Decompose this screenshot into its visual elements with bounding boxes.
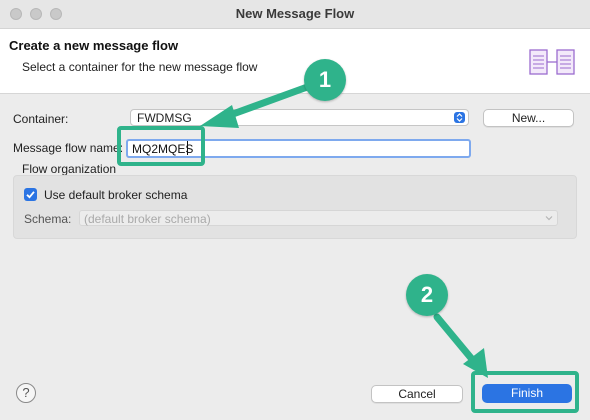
window-title: New Message Flow xyxy=(235,6,355,21)
banner-subtitle: Select a container for the new message f… xyxy=(22,60,258,74)
banner-title: Create a new message flow xyxy=(9,38,179,53)
cancel-button[interactable]: Cancel xyxy=(371,385,463,403)
new-container-button[interactable]: New... xyxy=(483,109,574,127)
chevron-down-icon xyxy=(545,216,553,221)
step-1-badge: 1 xyxy=(304,59,346,101)
new-message-flow-dialog: New Message Flow Create a new message fl… xyxy=(0,0,590,420)
flow-organization-label: Flow organization xyxy=(22,162,117,176)
chevron-updown-icon xyxy=(454,112,465,123)
message-flow-name-label: Message flow name: xyxy=(13,141,124,155)
use-default-schema-label: Use default broker schema xyxy=(44,188,188,202)
container-select[interactable]: FWDMSG xyxy=(130,109,469,126)
use-default-schema-checkbox[interactable] xyxy=(24,188,37,201)
message-flow-icon xyxy=(529,49,575,75)
flow-organization-group xyxy=(13,175,577,239)
title-bar: New Message Flow xyxy=(0,0,590,29)
highlight-finish-button xyxy=(471,371,579,413)
step-2-badge: 2 xyxy=(406,274,448,316)
wizard-banner: Create a new message flow Select a conta… xyxy=(0,29,590,94)
schema-label: Schema: xyxy=(24,212,72,226)
arrow-step-2 xyxy=(433,313,480,368)
container-value: FWDMSG xyxy=(137,111,192,125)
schema-select: (default broker schema) xyxy=(79,210,558,226)
help-icon[interactable]: ? xyxy=(16,383,36,403)
highlight-message-flow-name xyxy=(117,126,205,166)
checkmark-icon xyxy=(26,191,35,199)
container-label: Container: xyxy=(13,112,69,126)
schema-value: (default broker schema) xyxy=(84,212,211,226)
